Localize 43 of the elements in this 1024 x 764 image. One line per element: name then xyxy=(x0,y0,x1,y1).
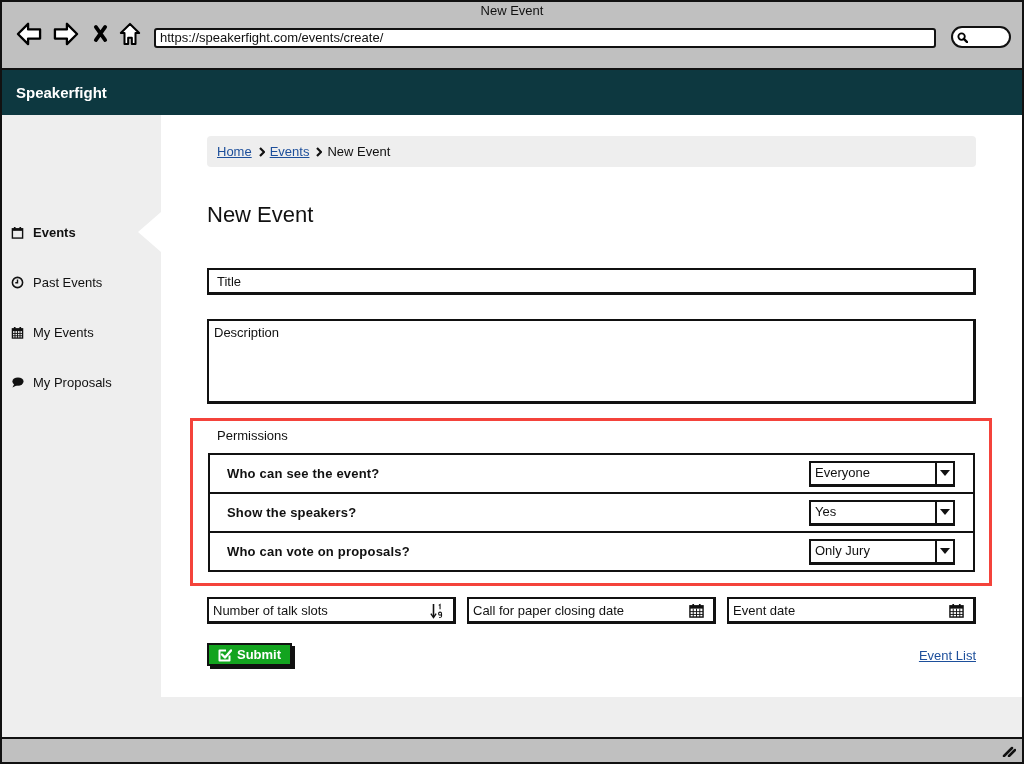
sort-icon xyxy=(430,603,444,619)
sidebar-item[interactable]: Past Events xyxy=(2,262,161,302)
brand-title[interactable]: Speakerfight xyxy=(16,84,107,101)
chevron-icon xyxy=(316,147,323,157)
page-title: New Event xyxy=(207,202,314,228)
dropdown[interactable]: Everyone xyxy=(809,460,955,487)
number-field[interactable]: Number of talk slots xyxy=(207,597,456,624)
title-field[interactable]: Title xyxy=(207,268,976,295)
question-label: Show the speakers? xyxy=(227,505,357,520)
breadcrumb-current: New Event xyxy=(327,144,391,159)
question-label: Who can see the event? xyxy=(227,466,380,481)
calendar-icon xyxy=(949,603,964,618)
caret-icon xyxy=(940,509,950,515)
forward-icon[interactable] xyxy=(53,22,79,46)
date-field[interactable]: Event date xyxy=(727,597,976,624)
breadcrumb-link[interactable]: Home xyxy=(217,144,252,159)
close-icon[interactable] xyxy=(93,24,108,43)
check-square-icon xyxy=(217,647,232,662)
calendar-icon xyxy=(689,603,704,618)
window-title: New Event xyxy=(480,3,544,18)
resize-grip-icon[interactable] xyxy=(1002,744,1016,757)
chevron-icon xyxy=(258,147,265,157)
sidebar-item[interactable]: My Events xyxy=(2,312,161,352)
back-icon[interactable] xyxy=(16,22,42,46)
dropdown[interactable]: Only Jury xyxy=(809,538,955,565)
section-label: Permissions xyxy=(217,428,288,444)
calendar-icon xyxy=(11,225,24,239)
search-field[interactable] xyxy=(951,26,1011,48)
sidebar-item[interactable]: My Proposals xyxy=(2,362,161,402)
dropdown[interactable]: Yes xyxy=(809,499,955,526)
description-field[interactable]: Description xyxy=(207,319,976,404)
caret-icon xyxy=(940,470,950,476)
date-field[interactable]: Call for paper closing date xyxy=(467,597,716,624)
speech-bubble-icon xyxy=(11,375,24,389)
home-icon[interactable] xyxy=(119,22,141,46)
calendar-icon xyxy=(11,325,24,339)
breadcrumb-link[interactable]: Events xyxy=(269,144,310,159)
search-icon xyxy=(957,31,968,43)
url-field[interactable]: https://speakerfight.com/events/create/ xyxy=(154,28,936,48)
clock-icon xyxy=(11,275,24,289)
question-label: Who can vote on proposals? xyxy=(227,544,410,559)
caret-icon xyxy=(940,548,950,554)
event-list-link[interactable]: Event List xyxy=(918,648,976,663)
